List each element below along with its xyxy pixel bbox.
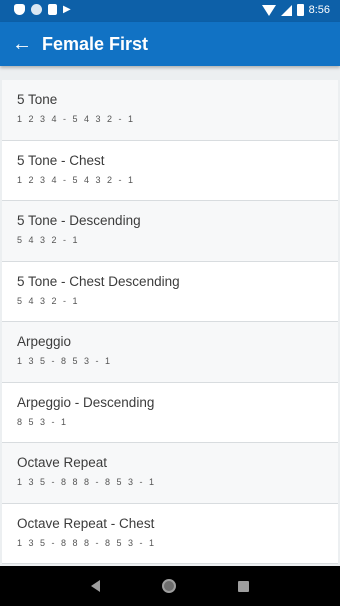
list-item[interactable]: 5 Tone - Chest 1 2 3 4 - 5 4 3 2 - 1 [2,140,338,201]
exercise-title: Octave Repeat - Chest [17,515,155,531]
list-item[interactable]: 5 Tone 1 2 3 4 - 5 4 3 2 - 1 [2,80,338,141]
exercise-pattern: 1 3 5 - 8 5 3 - 1 [17,356,113,366]
exercise-pattern: 1 3 5 - 8 8 8 - 8 5 3 - 1 [17,477,157,487]
status-bar: ▶ 8:56 [0,0,340,22]
exercise-title: Octave Repeat [17,455,108,470]
back-arrow-icon[interactable]: ← [2,22,42,66]
exercise-pattern: 8 5 3 - 1 [17,416,69,427]
shield-icon [14,4,25,15]
sd-card-icon [48,4,57,15]
list-item[interactable]: Arpeggio 1 3 5 - 8 5 3 - 1 [2,322,338,383]
signal-icon [280,4,292,16]
system-nav-bar [0,566,340,606]
exercise-list: 5 Tone 1 2 3 4 - 5 4 3 2 - 1 5 Tone - Ch… [2,80,338,564]
list-item[interactable]: Arpeggio - Descending 8 5 3 - 1 [2,382,338,443]
circle-icon [31,4,42,15]
exercise-title: 5 Tone - Descending [17,213,141,228]
list-item[interactable]: Octave Repeat 1 3 5 - 8 8 8 - 8 5 3 - 1 [2,443,338,504]
exercise-title: Arpeggio [17,334,72,349]
exercise-pattern: 1 3 5 - 8 8 8 - 8 5 3 - 1 [17,537,157,548]
exercise-title: 5 Tone - Chest Descending [17,273,180,289]
status-time: 8:56 [308,4,330,16]
app-bar: ← Female First [0,22,340,66]
exercise-pattern: 5 4 3 2 - 1 [17,235,80,245]
wifi-icon [261,4,276,16]
play-store-icon: ▶ [63,4,71,15]
status-right-icons: 8:56 [261,4,330,16]
nav-back-icon[interactable] [91,580,100,592]
exercise-pattern: 5 4 3 2 - 1 [17,295,80,306]
page-title: Female First [42,33,149,54]
exercise-pattern: 1 2 3 4 - 5 4 3 2 - 1 [17,174,136,185]
list-item[interactable]: Octave Repeat - Chest 1 3 5 - 8 8 8 - 8 … [2,503,338,564]
battery-icon [296,4,304,16]
nav-recents-icon[interactable] [238,580,249,592]
nav-home-icon[interactable] [162,579,176,593]
list-item[interactable]: 5 Tone - Chest Descending 5 4 3 2 - 1 [2,261,338,322]
exercise-pattern: 1 2 3 4 - 5 4 3 2 - 1 [17,114,136,124]
exercise-title: Arpeggio - Descending [17,394,155,410]
exercise-title: 5 Tone [17,92,58,107]
list-item[interactable]: 5 Tone - Descending 5 4 3 2 - 1 [2,201,338,262]
status-left-icons: ▶ [14,4,74,15]
exercise-title: 5 Tone - Chest [17,152,105,168]
